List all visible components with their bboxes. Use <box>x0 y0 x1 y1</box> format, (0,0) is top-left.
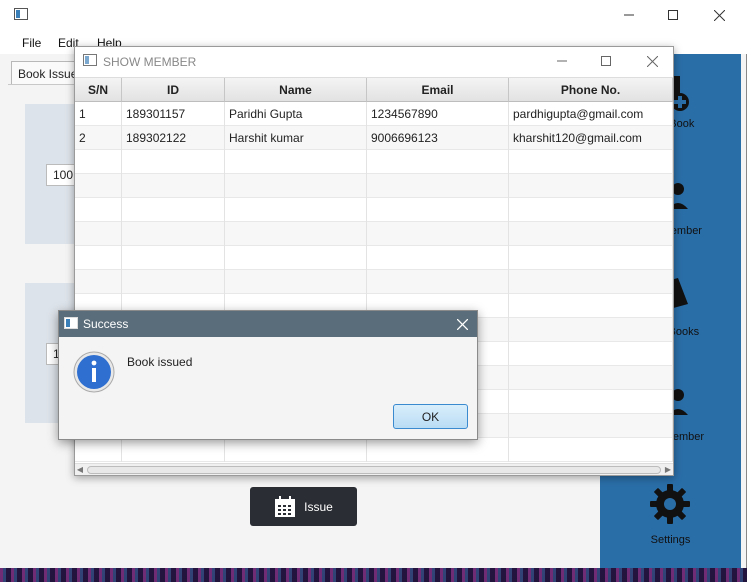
empty-cell <box>122 174 225 198</box>
empty-cell <box>509 174 673 198</box>
minimize-button[interactable] <box>614 4 644 26</box>
member-close-button[interactable] <box>637 50 667 72</box>
empty-cell <box>367 438 509 462</box>
table-row[interactable]: 1 189301157 Paridhi Gupta 1234567890 par… <box>75 102 673 126</box>
member-minimize-button[interactable] <box>547 50 577 72</box>
main-titlebar <box>0 0 747 30</box>
empty-cell <box>509 414 673 438</box>
empty-cell <box>75 222 122 246</box>
empty-table-row <box>75 438 673 462</box>
empty-cell <box>225 198 367 222</box>
empty-cell <box>122 198 225 222</box>
empty-cell <box>509 270 673 294</box>
empty-cell <box>225 438 367 462</box>
cell-sn: 2 <box>75 126 122 150</box>
empty-cell <box>509 150 673 174</box>
empty-cell <box>509 390 673 414</box>
issue-button[interactable]: Issue <box>250 487 357 526</box>
empty-cell <box>225 270 367 294</box>
empty-cell <box>122 150 225 174</box>
empty-cell <box>509 318 673 342</box>
column-header-sn[interactable]: S/N <box>75 78 122 102</box>
gear-icon <box>650 484 690 524</box>
success-dialog: Success Book issued OK <box>58 310 478 440</box>
empty-cell <box>122 222 225 246</box>
sidebar-label: Settings <box>650 534 691 546</box>
dialog-close-button[interactable] <box>451 314 473 334</box>
empty-cell <box>367 246 509 270</box>
member-maximize-button[interactable] <box>591 50 621 72</box>
column-header-phone[interactable]: Phone No. <box>509 78 673 102</box>
cell-id: 189301157 <box>122 102 225 126</box>
cell-name: Paridhi Gupta <box>225 102 367 126</box>
cell-email: 9006696123 <box>367 126 509 150</box>
cell-email: 1234567890 <box>367 102 509 126</box>
ok-button[interactable]: OK <box>393 404 468 429</box>
empty-cell <box>75 246 122 270</box>
app-icon <box>64 317 78 332</box>
empty-cell <box>509 222 673 246</box>
empty-cell <box>509 198 673 222</box>
empty-table-row <box>75 270 673 294</box>
close-button[interactable] <box>704 4 734 26</box>
empty-cell <box>367 270 509 294</box>
issue-button-label: Issue <box>304 499 333 514</box>
empty-table-row <box>75 174 673 198</box>
empty-cell <box>75 438 122 462</box>
cell-phone: pardhigupta@gmail.com <box>509 102 673 126</box>
empty-cell <box>509 246 673 270</box>
horizontal-scrollbar[interactable]: ◀ ▶ <box>75 463 673 475</box>
calendar-icon <box>275 495 296 517</box>
empty-cell <box>367 150 509 174</box>
column-header-id[interactable]: ID <box>122 78 225 102</box>
empty-cell <box>122 246 225 270</box>
dialog-title: Success <box>83 317 129 331</box>
empty-cell <box>225 246 367 270</box>
empty-cell <box>367 198 509 222</box>
empty-cell <box>367 222 509 246</box>
empty-cell <box>509 438 673 462</box>
empty-cell <box>225 150 367 174</box>
column-header-name[interactable]: Name <box>225 78 367 102</box>
scroll-left-icon[interactable]: ◀ <box>75 464 85 476</box>
cell-sn: 1 <box>75 102 122 126</box>
empty-cell <box>75 270 122 294</box>
empty-cell <box>75 198 122 222</box>
scrollbar-thumb[interactable] <box>87 466 661 474</box>
empty-table-row <box>75 198 673 222</box>
scroll-right-icon[interactable]: ▶ <box>663 464 673 476</box>
empty-table-row <box>75 246 673 270</box>
empty-cell <box>122 270 225 294</box>
empty-cell <box>509 294 673 318</box>
empty-cell <box>225 174 367 198</box>
sidebar-item-settings[interactable]: Settings <box>600 466 741 556</box>
empty-cell <box>509 366 673 390</box>
member-window-title: SHOW MEMBER <box>103 55 197 69</box>
member-titlebar: SHOW MEMBER <box>75 47 673 75</box>
empty-cell <box>75 174 122 198</box>
table-row[interactable]: 2 189302122 Harshit kumar 9006696123 kha… <box>75 126 673 150</box>
empty-cell <box>75 150 122 174</box>
app-icon <box>83 54 97 69</box>
maximize-button[interactable] <box>658 4 688 26</box>
app-icon <box>14 8 28 23</box>
dialog-message: Book issued <box>127 355 193 369</box>
empty-cell <box>225 222 367 246</box>
info-icon <box>73 351 115 393</box>
empty-table-row <box>75 150 673 174</box>
menu-file[interactable]: File <box>22 36 41 50</box>
empty-cell <box>122 438 225 462</box>
tab-book-issue[interactable]: Book Issue <box>11 61 81 85</box>
cell-name: Harshit kumar <box>225 126 367 150</box>
empty-table-row <box>75 222 673 246</box>
dialog-titlebar: Success <box>59 311 477 337</box>
cell-phone: kharshit120@gmail.com <box>509 126 673 150</box>
empty-cell <box>509 342 673 366</box>
cell-id: 189302122 <box>122 126 225 150</box>
empty-cell <box>367 174 509 198</box>
column-header-email[interactable]: Email <box>367 78 509 102</box>
